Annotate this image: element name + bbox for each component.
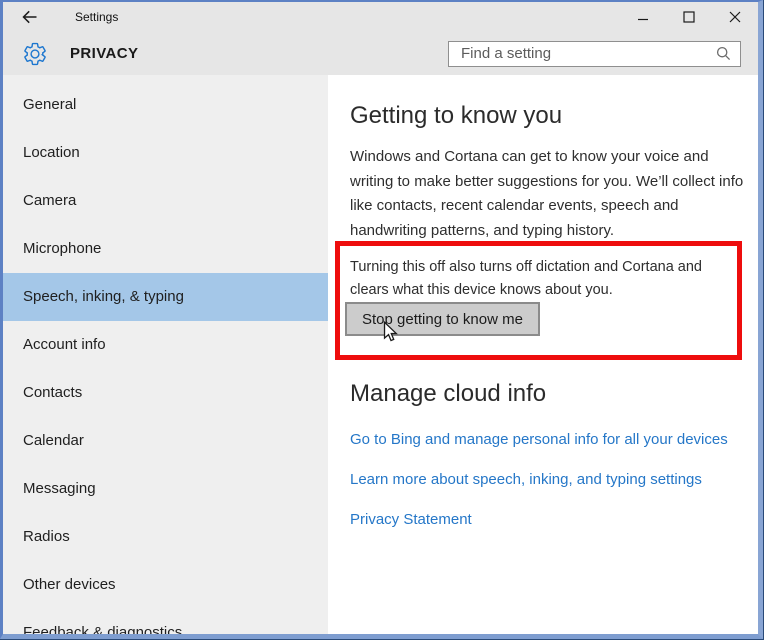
- minimize-icon: [638, 18, 648, 21]
- sidebar-item-location[interactable]: Location: [3, 129, 328, 177]
- minimize-button[interactable]: [620, 2, 666, 32]
- section-heading-getting-to-know-you: Getting to know you: [350, 102, 563, 129]
- getting-to-know-you-description: Windows and Cortana can get to know your…: [350, 148, 744, 239]
- sidebar-item-calendar[interactable]: Calendar: [3, 417, 328, 465]
- close-icon: [729, 11, 741, 23]
- maximize-button[interactable]: [666, 2, 712, 32]
- sidebar-item-messaging[interactable]: Messaging: [3, 465, 328, 513]
- titlebar[interactable]: Settings: [3, 2, 758, 32]
- maximize-icon: [683, 11, 695, 23]
- stop-getting-to-know-me-button[interactable]: Stop getting to know me: [345, 302, 540, 336]
- window-title: Settings: [75, 10, 119, 24]
- back-arrow-icon: [21, 10, 36, 24]
- sidebar-item-camera[interactable]: Camera: [3, 177, 328, 225]
- page-header: PRIVACY: [3, 32, 758, 75]
- main-content: Getting to know you Windows and Cortana …: [328, 75, 758, 634]
- settings-window: Settings PRIVACY Find a setting General …: [0, 0, 763, 639]
- link-learn-more-speech-settings[interactable]: Learn more about speech, inking, and typ…: [350, 471, 702, 488]
- turn-off-warning-text: Turning this off also turns off dictatio…: [350, 259, 702, 298]
- window-chrome: Settings PRIVACY Find a setting: [3, 2, 758, 75]
- sidebar-item-other-devices[interactable]: Other devices: [3, 561, 328, 609]
- link-privacy-statement[interactable]: Privacy Statement: [350, 511, 472, 528]
- sidebar-item-speech-inking-typing[interactable]: Speech, inking, & typing: [3, 273, 328, 321]
- section-heading-manage-cloud-info: Manage cloud info: [350, 380, 547, 407]
- sidebar-item-radios[interactable]: Radios: [3, 513, 328, 561]
- sidebar-item-microphone[interactable]: Microphone: [3, 225, 328, 273]
- sidebar-item-general[interactable]: General: [3, 81, 328, 129]
- red-annotation-box: Turning this off also turns off dictatio…: [335, 241, 742, 360]
- privacy-nav-sidebar: General Location Camera Microphone Speec…: [3, 75, 328, 634]
- window-controls: [620, 2, 758, 32]
- back-button[interactable]: [9, 2, 49, 32]
- search-box[interactable]: [448, 40, 741, 67]
- sidebar-item-account-info[interactable]: Account info: [3, 321, 328, 369]
- window-outer-frame: Settings PRIVACY Find a setting General …: [0, 0, 764, 640]
- search-input[interactable]: [449, 45, 716, 62]
- page-title: PRIVACY: [70, 45, 139, 62]
- sidebar-item-contacts[interactable]: Contacts: [3, 369, 328, 417]
- close-button[interactable]: [712, 2, 758, 32]
- gear-icon: [22, 41, 48, 67]
- link-bing-personal-info[interactable]: Go to Bing and manage personal info for …: [350, 431, 728, 448]
- sidebar-item-feedback-diagnostics[interactable]: Feedback & diagnostics: [3, 609, 328, 634]
- search-icon[interactable]: [716, 46, 731, 61]
